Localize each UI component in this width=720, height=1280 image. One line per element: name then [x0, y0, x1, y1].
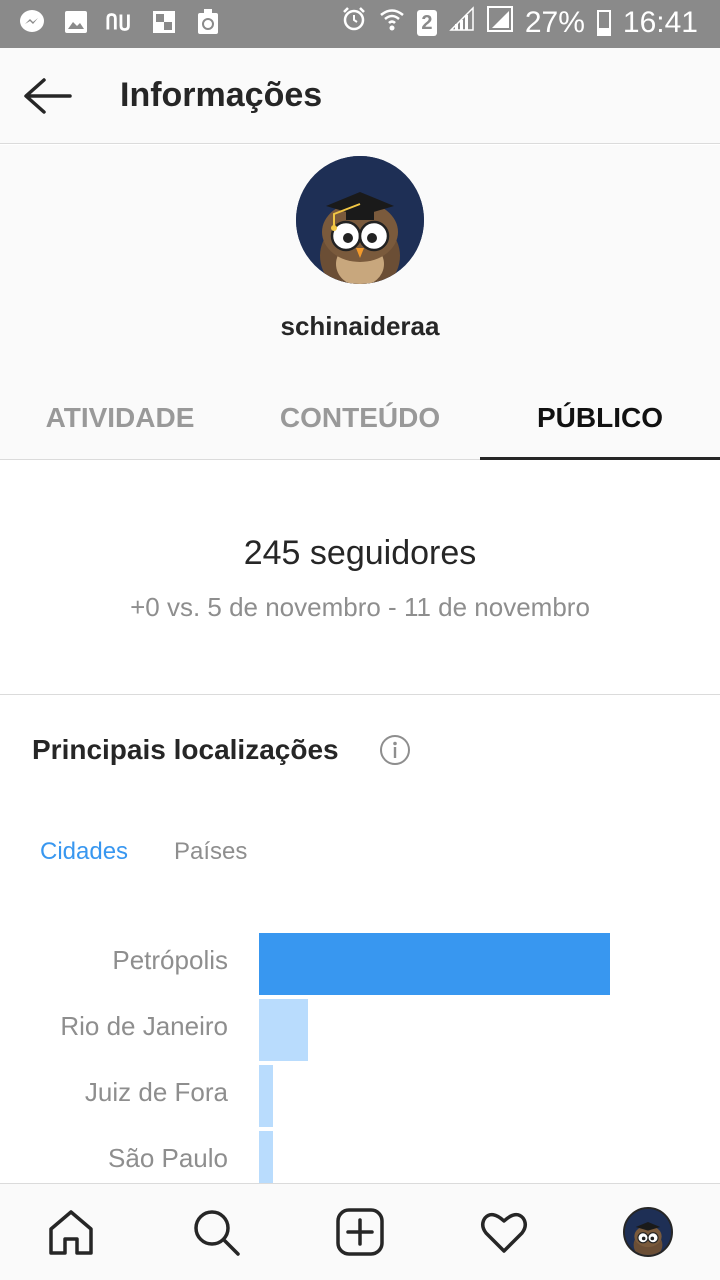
followers-count: 245 seguidores: [243, 534, 477, 572]
nubank-icon: [106, 8, 134, 36]
insights-tabs: ATIVIDADE CONTEÚDO PÚBLICO: [0, 377, 720, 460]
tab-publico[interactable]: PÚBLICO: [480, 377, 720, 460]
back-button[interactable]: [22, 74, 74, 118]
username: schinaideraa: [280, 311, 440, 341]
sim-badge: 2: [416, 10, 437, 36]
city-bar: [259, 933, 610, 995]
profile-avatar: [296, 156, 424, 284]
add-post-icon: [336, 1208, 384, 1256]
section-divider: [0, 694, 720, 695]
tab-atividade[interactable]: ATIVIDADE: [0, 377, 240, 459]
owl-avatar-image: [296, 156, 424, 284]
city-label: Juiz de Fora: [84, 1077, 228, 1107]
top-header: Informações: [0, 48, 720, 144]
gallery-icon: [62, 8, 90, 36]
page-title: Informações: [120, 76, 323, 114]
nav-activity-button[interactable]: [478, 1206, 530, 1258]
recycle-icon: [194, 8, 222, 36]
tab-conteudo[interactable]: CONTEÚDO: [240, 377, 480, 459]
followers-comparison: +0 vs. 5 de novembro - 11 de novembro: [130, 592, 590, 622]
nav-search-button[interactable]: [190, 1206, 242, 1258]
nav-add-post-button[interactable]: [334, 1206, 386, 1258]
bottom-navigation: [0, 1183, 720, 1280]
profile-section: schinaideraa ATIVIDADE CONTEÚDO PÚBLICO: [0, 145, 720, 460]
status-bar: 2 27% 16:41: [0, 0, 720, 48]
battery-icon: [596, 10, 611, 36]
alarm-icon: [341, 6, 367, 40]
notification-icons: [18, 8, 222, 36]
signal-icon-2: [486, 6, 513, 40]
signal-icon: [449, 6, 475, 40]
nav-home-button[interactable]: [45, 1206, 97, 1258]
city-bar: [259, 1065, 274, 1127]
city-bar: [259, 999, 309, 1061]
messenger-icon: [18, 8, 46, 36]
system-status: 2 27% 16:41: [341, 6, 698, 40]
home-icon: [49, 1210, 93, 1255]
city-label: Petrópolis: [112, 945, 228, 975]
subtab-countries[interactable]: Países: [174, 838, 247, 866]
nav-profile-button[interactable]: [622, 1206, 674, 1258]
city-label: Rio de Janeiro: [60, 1011, 228, 1041]
wifi-icon: [379, 6, 405, 40]
info-icon[interactable]: [379, 734, 411, 766]
subtab-cities[interactable]: Cidades: [40, 838, 128, 866]
battery-percent: 27%: [524, 6, 585, 39]
city-label: São Paulo: [108, 1143, 228, 1173]
section-title-locations: Principais localizações: [32, 734, 339, 765]
clock: 16:41: [622, 6, 698, 39]
heart-icon: [481, 1212, 527, 1253]
search-icon: [194, 1210, 240, 1256]
profile-avatar-small: [623, 1207, 673, 1257]
back-arrow-icon: [24, 78, 72, 114]
image-app-icon: [150, 8, 178, 36]
